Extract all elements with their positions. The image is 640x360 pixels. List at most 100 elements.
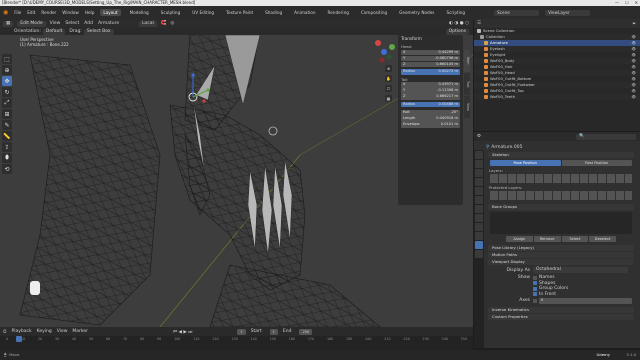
menu-add[interactable]: Add [84, 21, 93, 26]
tab-shading[interactable]: Shading [262, 9, 285, 16]
pose-position-button[interactable]: Pose Position [490, 160, 561, 166]
menu-armature[interactable]: Armature [98, 21, 119, 26]
options-dropdown[interactable]: Options [445, 28, 469, 35]
outliner-item[interactable]: WoF00_Teeth 👁 [474, 94, 640, 100]
tab-sculpting[interactable]: Sculpting [158, 9, 184, 16]
start-frame-field[interactable]: 1 [269, 328, 278, 335]
modifier-tab-icon[interactable] [475, 214, 483, 222]
select-box-icon[interactable]: ⬚ [2, 54, 12, 64]
physics-tab-icon[interactable] [475, 223, 483, 231]
blender-logo-icon[interactable]: ◉ [3, 9, 8, 16]
camera-icon[interactable]: ⎔ [385, 85, 392, 92]
roll-field[interactable]: Roll -25° [401, 110, 460, 116]
assign-button[interactable]: Assign [506, 236, 533, 242]
transform-orientation-dropdown[interactable]: Local [139, 20, 157, 27]
tab-layout[interactable]: Layout [100, 9, 121, 16]
skeleton-panel-header[interactable]: Skeleton [488, 152, 634, 158]
menu-select[interactable]: Select [65, 21, 79, 26]
end-frame-field[interactable]: 250 [299, 328, 313, 335]
select-button[interactable]: Select [561, 236, 589, 242]
tab-tool[interactable]: Tool [464, 73, 470, 95]
move-icon[interactable]: ✥ [2, 76, 12, 86]
armature-data-tab-icon[interactable] [475, 241, 483, 249]
inverse-kinematics-header[interactable]: Inverse Kinematics [488, 306, 634, 313]
tab-uv-editing[interactable]: UV Editing [189, 9, 217, 16]
transform-panel-title[interactable]: Transform [398, 35, 463, 42]
properties-search[interactable]: 🔍 [576, 133, 636, 140]
layers-grid[interactable] [490, 174, 632, 183]
properties-editor-icon[interactable]: ⚙ [477, 134, 481, 139]
extrude-icon[interactable]: ⇪ [2, 142, 12, 152]
transform-icon[interactable]: ⊞ [2, 109, 12, 119]
scene-tab-icon[interactable] [475, 187, 483, 195]
tool-tab-icon[interactable] [475, 151, 483, 159]
custom-properties-header[interactable]: Custom Properties [488, 313, 634, 320]
tab-rendering[interactable]: Rendering [325, 9, 352, 16]
tab-geometry-nodes[interactable]: Geometry Nodes [396, 9, 437, 16]
view-menu[interactable]: View [57, 329, 68, 334]
constraints-tab-icon[interactable] [475, 232, 483, 240]
editor-type-icon[interactable]: ▦ [3, 20, 14, 27]
measure-icon[interactable]: 📏 [2, 131, 12, 141]
shading-icons[interactable]: ◐ ◑ ● ○ [449, 21, 469, 26]
display-as-dropdown[interactable]: Octahedral [533, 267, 628, 273]
pose-library-header[interactable]: Pose Library (Legacy) [488, 245, 634, 251]
cursor-icon[interactable]: ⊕ [2, 65, 12, 75]
menu-help[interactable]: Help [85, 10, 95, 15]
head-radius-field[interactable]: Radius 0.00273 m [401, 69, 460, 75]
checkbox-icon[interactable] [533, 292, 537, 297]
show-option[interactable]: In Front [533, 292, 568, 298]
timeline-scrubber[interactable]: 0 10 20 30 40 50 60 70 80 90 100 110 120 130 140 150 160… [0, 336, 473, 350]
length-field[interactable]: Length 0.040918 m [401, 116, 460, 122]
checkbox-icon[interactable] [533, 281, 537, 286]
menu-view[interactable]: View [50, 21, 61, 26]
render-tab-icon[interactable] [475, 160, 483, 168]
tail-z-field[interactable]: Z 0.666217 m [401, 94, 460, 100]
bone-size-icon[interactable]: ⬮ [2, 153, 12, 163]
tab-texture-paint[interactable]: Texture Paint [223, 9, 256, 16]
output-tab-icon[interactable] [475, 169, 483, 177]
head-z-field[interactable]: Z 0.660145 m [401, 61, 460, 67]
mode-dropdown[interactable]: Edit Mode [17, 20, 46, 27]
drag-dropdown[interactable]: Select Box [83, 28, 114, 35]
bone-groups-header[interactable]: Bone Groups [488, 204, 634, 210]
envelope-field[interactable]: Envelope 0.0101 m [401, 122, 460, 128]
current-frame-field[interactable]: 1 [237, 328, 246, 335]
outliner-filter-icon[interactable]: ⏷ [632, 21, 636, 27]
tab-scripting[interactable]: Scripting [443, 9, 468, 16]
tab-compositing[interactable]: Compositing [358, 9, 390, 16]
deselect-button[interactable]: Deselect [589, 236, 616, 242]
protected-layers-grid[interactable] [490, 191, 632, 200]
tail-y-field[interactable]: Y -0.11306 m [401, 88, 460, 94]
zoom-icon[interactable]: ⊕ [385, 65, 392, 72]
menu-render[interactable]: Render [41, 10, 56, 15]
rotate-icon[interactable]: ↻ [2, 87, 12, 97]
view-layer-tab-icon[interactable] [475, 178, 483, 186]
tab-view[interactable]: View [464, 96, 470, 118]
scale-icon[interactable]: ⤢ [2, 98, 12, 108]
playback-controls[interactable]: ⏮ ◀ ▶ ⏭ [173, 329, 192, 335]
playhead[interactable] [16, 336, 22, 342]
annotate-icon[interactable]: ✎ [2, 120, 12, 130]
orientation-dropdown[interactable]: Default [42, 28, 66, 35]
motion-paths-header[interactable]: Motion Paths [488, 252, 634, 258]
roll-icon[interactable]: ⟲ [2, 164, 12, 174]
checkbox-icon[interactable] [533, 286, 537, 291]
menu-window[interactable]: Window [62, 10, 79, 15]
axes-position-field[interactable]: 0 [539, 298, 632, 304]
scene-selector[interactable]: Scene [494, 9, 540, 16]
object-tab-icon[interactable] [475, 205, 483, 213]
timeline-editor-icon[interactable]: ⏱ [3, 329, 7, 335]
pan-hand-icon[interactable]: ✋ [385, 75, 392, 82]
head-y-field[interactable]: Y -0.080736 m [401, 55, 460, 61]
grid-icon[interactable]: ▦ [385, 95, 392, 102]
marker-menu[interactable]: Marker [72, 329, 88, 334]
tab-item[interactable]: Item [464, 50, 470, 72]
keying-menu[interactable]: Keying [37, 329, 52, 334]
tab-animation[interactable]: Animation [291, 9, 318, 16]
remove-button[interactable]: Remove [533, 236, 561, 242]
proportional-edit-icon[interactable]: ◎ [170, 21, 174, 26]
bone-tab-icon[interactable] [475, 250, 483, 258]
snap-icon[interactable]: 🧲 [161, 21, 167, 26]
menu-edit[interactable]: Edit [27, 10, 35, 15]
